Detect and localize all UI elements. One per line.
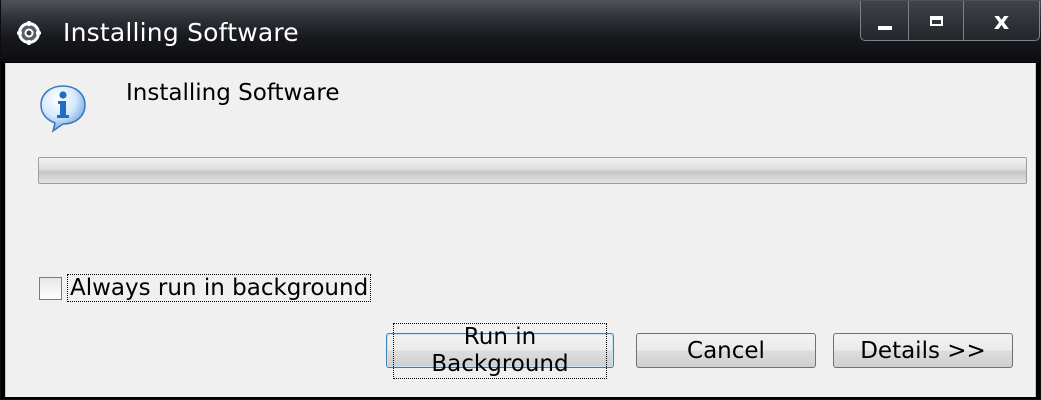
eclipse-gear-icon <box>17 21 41 45</box>
cancel-label: Cancel <box>687 337 765 364</box>
cancel-button[interactable]: Cancel <box>636 333 816 368</box>
title-bar[interactable]: Installing Software x <box>1 0 1041 63</box>
installing-software-window: Installing Software x Installing Softwar… <box>0 0 1041 400</box>
dialog-message: Installing Software <box>126 80 340 106</box>
dialog-body: Installing Software Always run in backgr… <box>5 63 1036 397</box>
close-icon: x <box>993 6 1010 35</box>
always-run-checkbox-row[interactable]: Always run in background <box>39 274 372 302</box>
run-in-background-button[interactable]: Run in Background <box>386 322 614 379</box>
details-button[interactable]: Details >> <box>833 333 1013 368</box>
window-title: Installing Software <box>63 18 299 47</box>
window-controls: x <box>860 1 1040 41</box>
run-in-background-label: Run in Background <box>393 322 607 379</box>
minimize-icon <box>877 25 892 30</box>
always-run-checkbox[interactable] <box>39 276 62 300</box>
details-label: Details >> <box>860 337 986 364</box>
maximize-button[interactable] <box>909 1 964 40</box>
minimize-button[interactable] <box>861 1 909 40</box>
maximize-icon <box>929 15 943 26</box>
close-button[interactable]: x <box>964 1 1039 40</box>
always-run-label[interactable]: Always run in background <box>67 274 372 302</box>
info-icon <box>38 83 88 133</box>
progress-bar <box>38 157 1027 184</box>
